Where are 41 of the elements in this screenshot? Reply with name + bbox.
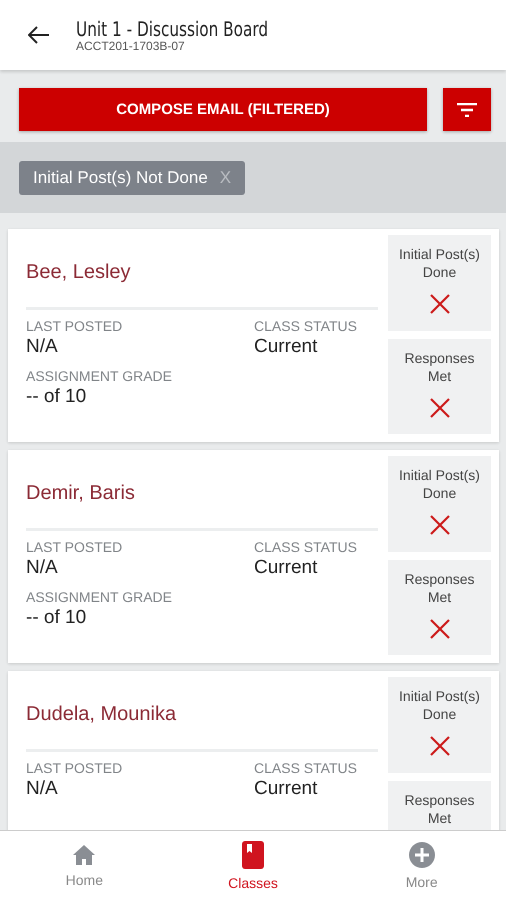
home-icon [72,844,96,866]
field-value: N/A [26,778,59,800]
field-value: Current [254,778,318,800]
status-label: Initial Post(s) Done [398,687,481,723]
nav-tab[interactable]: Classes [168,831,338,900]
filter-chip[interactable]: Initial Post(s) Not Done X [19,161,246,195]
field-label: LAST POSTED [26,760,124,776]
back-icon[interactable] [28,26,50,44]
field-label: CLASS STATUS [254,318,358,334]
field-value: -- of 10 [26,386,88,408]
field-value: -- of 10 [26,607,88,629]
student-name: Demir, Baris [26,480,136,506]
plus-circle-icon [408,842,435,868]
status-label: Initial Post(s) Done [398,466,481,502]
status-label: Initial Post(s) Done [398,245,481,281]
course-code: ACCT201-1703B-07 [76,40,186,52]
student-name: Bee, Lesley [26,260,132,284]
page-title: Unit 1 - Discussion Board [76,18,268,40]
field-label: CLASS STATUS [254,539,358,555]
status-label: Responses Met [403,348,476,384]
student-card[interactable]: Dudela, Mounika LAST POSTED N/A CLASS STATUS Current Initial Post(s) Done Responses Met [8,671,499,830]
filter-icon [457,102,477,116]
student-card[interactable]: Bee, Lesley LAST POSTED N/A CLASS STATUS Current ASSIGNMENT GRADE -- of 10 Initial Post(s) Done Responses Met [8,229,499,442]
field-label: CLASS STATUS [254,760,358,776]
field-value: N/A [26,557,59,579]
field-value: N/A [26,336,59,358]
nav-tab[interactable]: Home [0,831,169,900]
field-value: Current [254,336,318,358]
nav-tab[interactable]: More [337,831,506,900]
field-label: LAST POSTED [26,539,124,555]
field-label: ASSIGNMENT GRADE [26,589,173,605]
field-label: ASSIGNMENT GRADE [26,368,173,384]
field-value: Current [254,557,318,579]
student-card[interactable]: Demir, Baris LAST POSTED N/A CLASS STATUS Current ASSIGNMENT GRADE -- of 10 Initial Post(s) Done Responses Met [8,450,499,663]
field-label: LAST POSTED [26,318,124,334]
compose-email-button[interactable]: COMPOSE EMAIL (FILTERED) [19,88,427,131]
status-label: Responses Met [403,790,476,826]
student-name: Dudela, Mounika [26,702,178,726]
filter-button[interactable] [443,88,491,131]
book-icon [242,840,264,868]
status-label: Responses Met [403,570,476,606]
